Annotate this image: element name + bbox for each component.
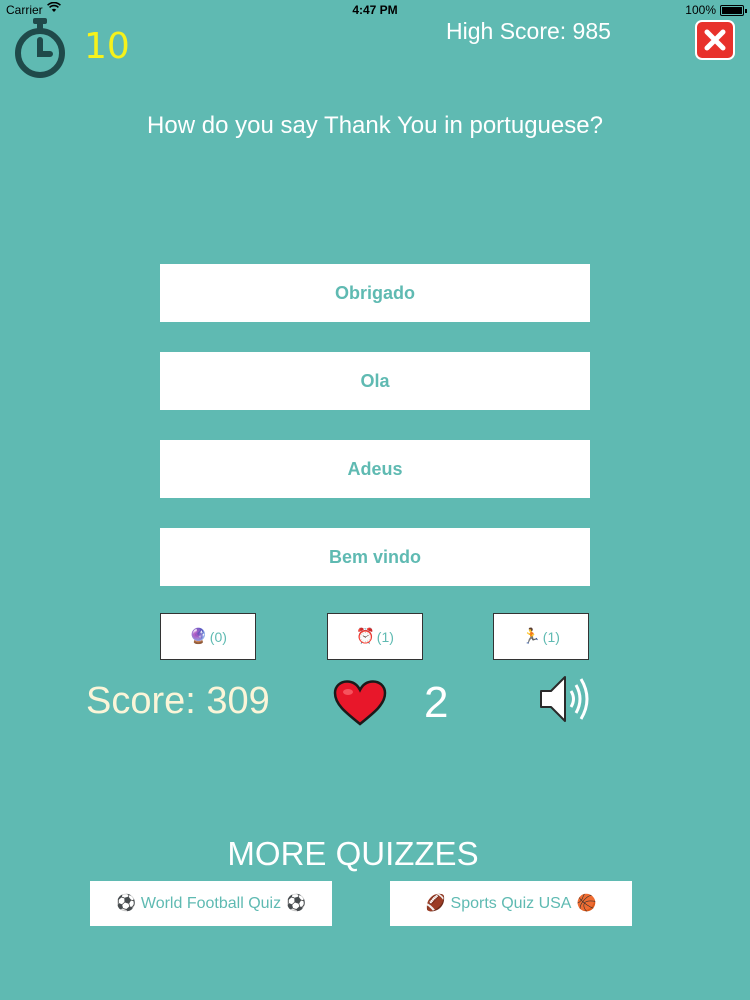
- lifeline-crystal-ball-button[interactable]: 🔮 (0): [160, 613, 256, 660]
- soccer-ball-icon: ⚽: [286, 894, 307, 912]
- answer-button-1[interactable]: Obrigado: [160, 264, 590, 322]
- basketball-icon: 🏀: [576, 894, 597, 912]
- question-text: How do you say Thank You in portuguese?: [147, 112, 603, 139]
- lifeline-count: (0): [209, 628, 227, 645]
- crystal-ball-icon: 🔮: [189, 628, 208, 645]
- battery-icon: [720, 5, 747, 16]
- battery-percent: 100%: [685, 3, 716, 17]
- answer-button-3[interactable]: Adeus: [160, 440, 590, 498]
- soccer-ball-icon: ⚽: [115, 894, 136, 912]
- lifeline-count: (1): [542, 628, 560, 645]
- stopwatch-icon: [14, 18, 66, 78]
- sports-quiz-usa-button[interactable]: 🏈 Sports Quiz USA 🏀: [390, 881, 632, 926]
- answer-button-4[interactable]: Bem vindo: [160, 528, 590, 586]
- timer-value: 10: [84, 26, 130, 67]
- more-quizzes-title: MORE QUIZZES: [227, 835, 479, 872]
- lifeline-alarm-clock-button[interactable]: ⏰ (1): [327, 613, 423, 660]
- quiz-link-label: World Football Quiz: [140, 894, 282, 912]
- alarm-clock-icon: ⏰: [356, 628, 375, 645]
- american-football-icon: 🏈: [425, 894, 446, 912]
- answer-button-2[interactable]: Ola: [160, 352, 590, 410]
- speaker-icon[interactable]: [538, 672, 594, 726]
- close-button[interactable]: [695, 20, 735, 60]
- heart-icon: [333, 680, 387, 726]
- quiz-link-label: Sports Quiz USA: [450, 894, 572, 912]
- clock-time: 4:47 PM: [352, 3, 398, 17]
- world-football-quiz-button[interactable]: ⚽ World Football Quiz ⚽: [90, 881, 332, 926]
- status-bar: Carrier 4:47 PM 100%: [0, 0, 750, 20]
- lifeline-count: (1): [376, 628, 394, 645]
- runner-icon: 🏃: [522, 628, 541, 645]
- high-score: High Score: 985: [446, 18, 611, 44]
- close-icon: [704, 29, 726, 51]
- lives-count: 2: [424, 678, 449, 727]
- score-label: Score: 309: [86, 680, 270, 722]
- lifeline-runner-button[interactable]: 🏃 (1): [493, 613, 589, 660]
